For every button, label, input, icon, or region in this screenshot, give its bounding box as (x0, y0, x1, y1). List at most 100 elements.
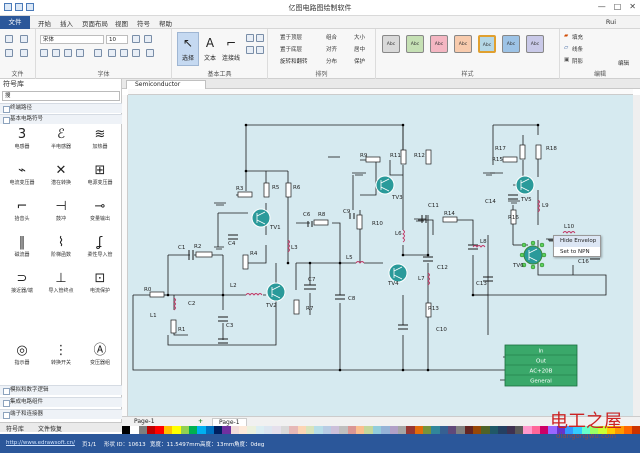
menu-item-hide-envelop[interactable]: Hide Envelop (554, 236, 600, 247)
palette-swatch[interactable] (448, 426, 457, 434)
font-size-select[interactable]: 10 (106, 35, 128, 44)
palette-swatch[interactable] (356, 426, 365, 434)
library-symbol[interactable]: ⌐ 拾音头 (4, 199, 40, 224)
menu-item-set-to-npn[interactable]: Set to NPN (554, 247, 600, 258)
palette-swatch[interactable] (347, 426, 357, 434)
library-symbol[interactable]: ⊡ 电流保护 (82, 271, 118, 296)
shadow-button[interactable]: 阴影 (572, 57, 583, 65)
palette-swatch[interactable] (172, 426, 181, 434)
close-button[interactable]: ✕ (629, 2, 636, 11)
palette-swatch[interactable] (239, 426, 248, 434)
palette-swatch[interactable] (147, 426, 156, 434)
edit-button[interactable]: 编辑 (618, 59, 629, 67)
library-symbol[interactable]: 3 电感器 (4, 127, 40, 152)
palette-swatch[interactable] (431, 426, 440, 434)
paste-icon[interactable] (5, 49, 13, 57)
format-painter-icon[interactable] (20, 49, 28, 57)
palette-swatch[interactable] (481, 426, 490, 434)
page-tab-left[interactable]: Page-1 (134, 418, 155, 425)
menu-file[interactable]: 文件 (0, 16, 30, 29)
palette-swatch[interactable] (464, 426, 474, 434)
menu-view[interactable]: 视图 (115, 18, 128, 28)
transistor-tv6-selected[interactable] (523, 245, 543, 265)
transistor-tv4[interactable] (388, 263, 408, 283)
library-symbol[interactable]: ‖ 磁流器 (4, 235, 40, 260)
send-to-back-button[interactable]: 置于底层 (280, 45, 302, 53)
add-page-button[interactable]: + (198, 418, 203, 425)
palette-swatch[interactable] (489, 426, 499, 434)
palette-swatch[interactable] (305, 426, 315, 434)
palette-swatch[interactable] (122, 426, 131, 434)
transistor-tv3[interactable] (375, 175, 395, 195)
library-symbol[interactable]: ◎ 指示器 (4, 343, 40, 368)
palette-swatch[interactable] (155, 426, 164, 434)
distribute-button[interactable]: 分布 (326, 57, 337, 65)
io-table[interactable]: In Out AC+20B General (504, 344, 578, 387)
grow-font-icon[interactable] (132, 35, 140, 43)
connector-tool-button[interactable]: ⌐ 连接线 (221, 32, 241, 66)
style-swatch-orange[interactable]: Abc (454, 35, 472, 53)
palette-swatch[interactable] (397, 426, 407, 434)
palette-swatch[interactable] (130, 426, 139, 434)
palette-swatch[interactable] (213, 426, 223, 434)
category-terminals-connectors[interactable]: 端子和连接器 (0, 409, 122, 419)
line-button[interactable]: 线条 (572, 45, 583, 53)
palette-swatch[interactable] (197, 426, 206, 434)
library-symbol[interactable]: ⌇ 阶梯函数 (43, 235, 79, 260)
bold-icon[interactable] (40, 49, 48, 57)
align-right-icon[interactable] (132, 49, 140, 57)
menu-home[interactable]: 开始 (38, 18, 51, 28)
library-symbol[interactable]: ✕ 潜在转换 (43, 163, 79, 188)
tab-symbol-library[interactable]: 符号库 (6, 424, 24, 433)
palette-swatch[interactable] (498, 426, 507, 434)
palette-swatch[interactable] (439, 426, 449, 434)
style-swatch-gray[interactable]: Abc (382, 35, 400, 53)
palette-swatch[interactable] (205, 426, 214, 434)
palette-swatch[interactable] (381, 426, 390, 434)
library-symbol[interactable]: ⊞ 电源变压器 (82, 163, 118, 188)
document-tab[interactable]: Semiconductor Electron (126, 80, 206, 96)
library-symbol[interactable] (4, 307, 40, 332)
font-name-select[interactable]: 宋体 (40, 35, 104, 44)
palette-swatch[interactable] (514, 426, 524, 434)
bring-to-front-button[interactable]: 置于顶层 (280, 33, 302, 41)
minimize-button[interactable]: — (598, 2, 606, 11)
palette-swatch[interactable] (230, 426, 240, 434)
category-terminal-path[interactable]: 终端路径 (0, 103, 122, 113)
style-swatch-light-blue[interactable]: Abc (502, 35, 520, 53)
palette-swatch[interactable] (272, 426, 281, 434)
palette-swatch[interactable] (523, 426, 532, 434)
website-link[interactable]: http://www.edrawsoft.cn/ (6, 440, 75, 446)
copy-icon[interactable] (20, 35, 28, 43)
align-left-icon[interactable] (108, 49, 116, 57)
pen-tool-icon[interactable] (256, 34, 264, 42)
line-tool-icon[interactable] (246, 34, 254, 42)
text-tool-button[interactable]: A 文本 (200, 32, 220, 66)
menu-symbols[interactable]: 符号 (137, 18, 150, 28)
palette-swatch[interactable] (330, 426, 340, 434)
menu-page-layout[interactable]: 页面布局 (82, 18, 108, 28)
palette-swatch[interactable] (289, 426, 298, 434)
style-swatch-lavender[interactable]: Abc (526, 35, 544, 53)
palette-swatch[interactable] (188, 426, 198, 434)
palette-swatch[interactable] (264, 426, 273, 434)
style-swatch-pink[interactable]: Abc (430, 35, 448, 53)
palette-swatch[interactable] (180, 426, 189, 434)
vertical-scrollbar[interactable] (633, 95, 640, 416)
library-symbol[interactable]: ⊣ 鼓冲 (43, 199, 79, 224)
library-symbol[interactable] (43, 307, 79, 332)
palette-swatch[interactable] (406, 426, 415, 434)
style-swatch-blue[interactable]: Abc (478, 35, 496, 53)
menu-help[interactable]: 帮助 (159, 18, 172, 28)
palette-swatch[interactable] (506, 426, 515, 434)
palette-swatch[interactable] (280, 426, 290, 434)
palette-swatch[interactable] (414, 426, 423, 434)
palette-swatch[interactable] (314, 426, 323, 434)
palette-swatch[interactable] (297, 426, 306, 434)
library-symbol[interactable]: Ⓐ 变压器组 (82, 343, 118, 368)
align-button[interactable]: 对齐 (326, 45, 337, 53)
library-symbol[interactable]: ⊸ 变量输出 (82, 199, 118, 224)
library-symbol[interactable]: ⊃ 接近器/端 (4, 271, 40, 296)
library-symbol[interactable]: ⋮ 转换开关 (43, 343, 79, 368)
palette-swatch[interactable] (372, 426, 382, 434)
